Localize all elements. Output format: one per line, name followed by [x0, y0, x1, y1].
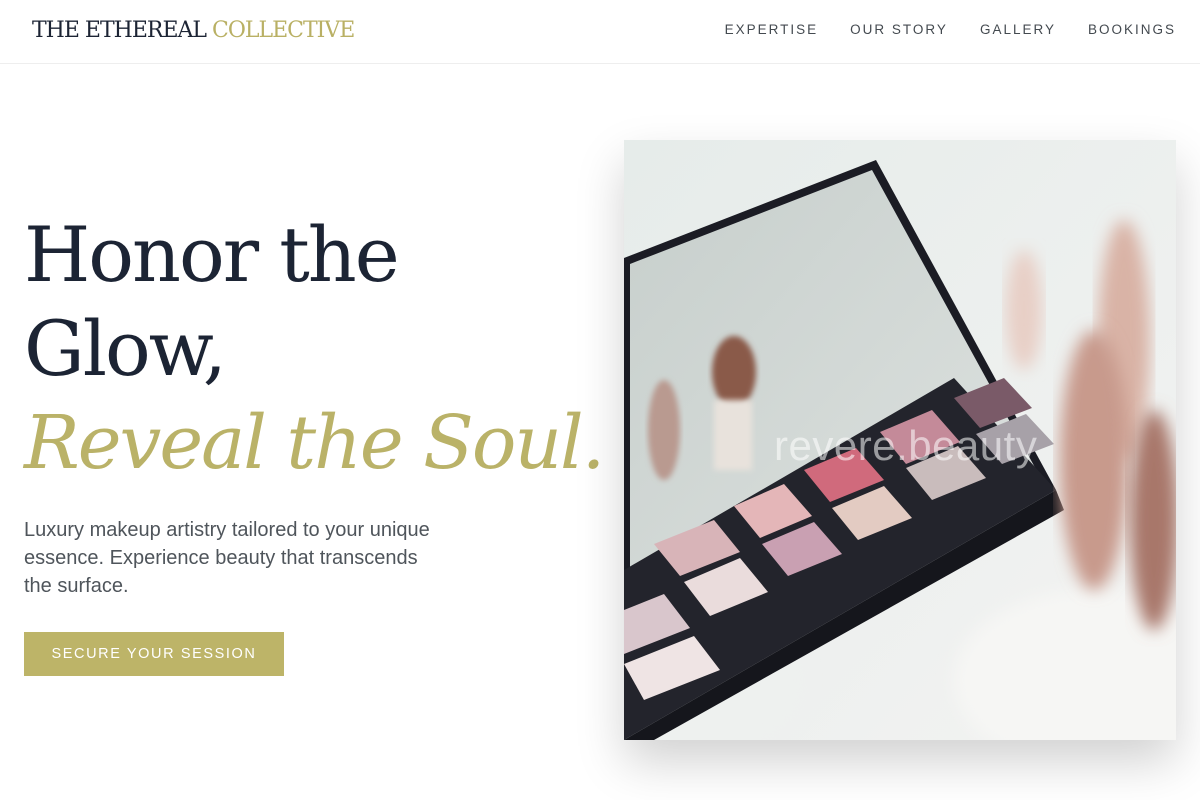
main-nav: EXPERTISE OUR STORY GALLERY BOOKINGS [725, 21, 1176, 39]
brand-logo[interactable]: THE ETHEREAL COLLECTIVE [32, 16, 355, 46]
hero-subtext: Luxury makeup artistry tailored to your … [24, 519, 430, 597]
nav-link-expertise[interactable]: EXPERTISE [725, 21, 819, 39]
hero-title: Honor the Glow, Reveal the Soul. [24, 208, 605, 490]
hero-title-line-1: Honor the [24, 210, 400, 299]
nav-link-gallery[interactable]: GALLERY [980, 21, 1056, 39]
hero-image: revere.beauty [624, 140, 1176, 740]
site-header: THE ETHEREAL COLLECTIVE EXPERTISE OUR ST… [0, 0, 1200, 64]
nav-link-bookings[interactable]: BOOKINGS [1088, 21, 1176, 39]
image-watermark: revere.beauty [774, 422, 1038, 469]
secure-session-button[interactable]: SECURE YOUR SESSION [24, 632, 284, 676]
hero-title-line-2: Glow, [24, 304, 227, 393]
logo-text-primary: THE ETHEREAL [32, 18, 213, 43]
hero-title-accent: Reveal the Soul. [24, 400, 605, 486]
nav-link-our-story[interactable]: OUR STORY [850, 21, 948, 39]
logo-text-accent: COLLECTIVE [212, 18, 355, 43]
